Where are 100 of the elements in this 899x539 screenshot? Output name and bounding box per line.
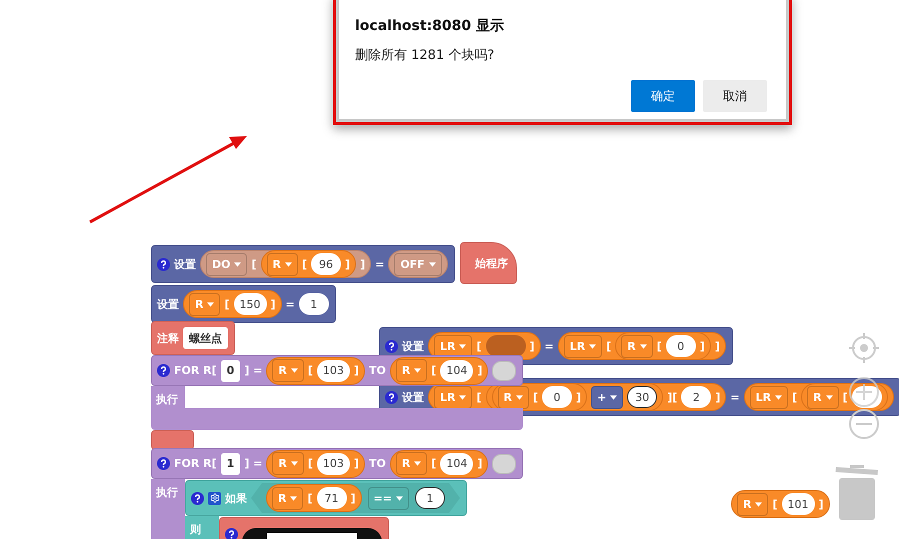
- block-text: [: [251, 258, 257, 270]
- block-text: [: [476, 340, 482, 352]
- value-reporter[interactable]: R [ 96 ]: [260, 250, 356, 278]
- value-reporter[interactable]: R [ 104 ]: [390, 450, 488, 478]
- value-reporter[interactable]: R [ 71 ]: [266, 484, 362, 512]
- number-field[interactable]: 0: [666, 335, 696, 357]
- block-text: [: [431, 364, 436, 377]
- number-field[interactable]: 2: [681, 386, 712, 408]
- block-text: ]: [576, 390, 582, 404]
- value-reporter[interactable]: LR [ R [ 0 ] ]: [558, 332, 726, 360]
- caret-icon: [516, 394, 523, 400]
- value-reporter[interactable]: R [ 0 ] + 30: [486, 383, 664, 411]
- caret-icon: [414, 368, 422, 373]
- block-text: ] =: [244, 457, 262, 470]
- value-reporter[interactable]: R [ 104 ]: [390, 356, 488, 384]
- help-icon[interactable]: [225, 528, 238, 539]
- block-text: ]: [360, 258, 366, 270]
- block-text: 设置: [174, 256, 196, 272]
- text-field[interactable]: 1: [220, 452, 240, 474]
- caret-icon: [290, 461, 298, 466]
- dialog-title: localhost:8080 显示: [355, 17, 506, 35]
- value-reporter[interactable]: LR [ R [ 0 ] + 30 ][ 2 ]: [428, 383, 726, 411]
- block-text: [: [302, 258, 308, 270]
- block-text: =: [730, 390, 740, 404]
- block-text: =: [375, 258, 384, 270]
- help-icon[interactable]: [385, 390, 398, 404]
- block-text: [: [308, 364, 313, 377]
- gear-icon[interactable]: [208, 492, 221, 504]
- logic-block[interactable]: 如果 R [ 71 ] == 1: [185, 480, 467, 516]
- block-text: FOR R[: [174, 364, 217, 377]
- operator-dropdown[interactable]: +: [591, 386, 624, 408]
- block-text: [: [476, 390, 482, 404]
- number-field[interactable]: 0: [542, 386, 572, 408]
- block-text: FOR R[: [174, 457, 217, 470]
- number-field[interactable]: 1: [414, 487, 445, 509]
- block-text: =: [286, 298, 295, 310]
- text-field[interactable]: 螺丝点: [183, 327, 228, 349]
- block-text: ]: [477, 364, 482, 377]
- variables-block[interactable]: 设置 R [ 150 ] = 1: [151, 285, 336, 323]
- text-field[interactable]: 0: [220, 360, 240, 382]
- block-text: ][: [667, 390, 678, 404]
- dialog-button[interactable]: 确定: [631, 80, 695, 112]
- variables-block[interactable]: 设置 DO [ R [ 96 ] ] = OFF: [151, 245, 455, 283]
- variables-block[interactable]: 设置 LR [ ] = LR [ R [ 0 ] ]: [379, 327, 733, 365]
- block-text: TO: [368, 457, 386, 470]
- block-text: [: [224, 298, 230, 310]
- block-text: [: [308, 457, 313, 470]
- caret-icon: [775, 394, 782, 400]
- block-text: ]: [530, 340, 535, 352]
- block-text: [: [792, 390, 798, 404]
- number-field[interactable]: 101: [782, 493, 815, 515]
- toggle-switch[interactable]: [492, 454, 516, 474]
- number-field[interactable]: 150: [234, 293, 267, 315]
- zoom-in-icon[interactable]: [849, 377, 879, 407]
- block-text: 设置: [402, 390, 424, 404]
- block-text: ]: [350, 492, 356, 504]
- number-field[interactable]: 96: [311, 253, 342, 275]
- loop-block[interactable]: FOR R[ 1 ] = R [ 103 ] TO R [ 104 ]: [151, 448, 524, 479]
- block-text: TO: [368, 364, 386, 377]
- block-text: 如果: [225, 490, 247, 506]
- value-reporter[interactable]: DO [ R [ 96 ] ]: [200, 250, 372, 278]
- help-icon[interactable]: [157, 258, 170, 270]
- number-field[interactable]: 103: [316, 360, 350, 382]
- caret-icon: [396, 496, 403, 500]
- number-field[interactable]: 103: [316, 452, 350, 474]
- value-reporter[interactable]: R [ 0 ]: [615, 332, 711, 360]
- value-reporter[interactable]: R [ 103 ]: [266, 450, 365, 478]
- loop-block[interactable]: FOR R[ 0 ] = R [ 103 ] TO R [ 104 ]: [151, 355, 524, 386]
- block-text: [: [656, 340, 662, 352]
- help-icon[interactable]: [157, 457, 170, 470]
- block-text: ]: [715, 390, 720, 404]
- help-icon[interactable]: [385, 340, 398, 352]
- caret-icon: [459, 344, 466, 348]
- number-field[interactable]: 1: [298, 293, 329, 315]
- comment-block[interactable]: 注释 螺丝点: [151, 321, 235, 355]
- zoom-out-icon[interactable]: [849, 409, 879, 439]
- help-icon[interactable]: [157, 364, 170, 377]
- value-reporter[interactable]: R [ 101 ]: [731, 490, 830, 518]
- caret-icon: [589, 344, 596, 348]
- dialog-button[interactable]: 取消: [703, 80, 767, 112]
- number-field[interactable]: 104: [440, 360, 474, 382]
- caret-icon: [755, 502, 762, 506]
- caret-icon: [234, 262, 242, 266]
- number-field[interactable]: 30: [627, 386, 658, 408]
- number-field[interactable]: 71: [316, 487, 347, 509]
- toggle-switch[interactable]: [492, 360, 516, 380]
- block-text: ]: [270, 298, 276, 310]
- block-text: ]: [818, 498, 824, 510]
- value-reporter[interactable]: R [ 0 ]: [492, 383, 588, 411]
- caret-icon: [207, 302, 214, 306]
- block-text: ]: [345, 258, 350, 270]
- value-reporter[interactable]: R [ 103 ]: [266, 356, 365, 384]
- block-text: 始程序: [475, 256, 508, 270]
- value-reporter[interactable]: R [ 150 ]: [183, 290, 282, 318]
- caret-icon: [414, 461, 422, 466]
- caret-icon: [459, 394, 466, 400]
- number-field[interactable]: 104: [440, 452, 474, 474]
- block-text: [: [307, 492, 313, 504]
- help-icon[interactable]: [191, 492, 204, 504]
- block-text: ]: [354, 364, 359, 377]
